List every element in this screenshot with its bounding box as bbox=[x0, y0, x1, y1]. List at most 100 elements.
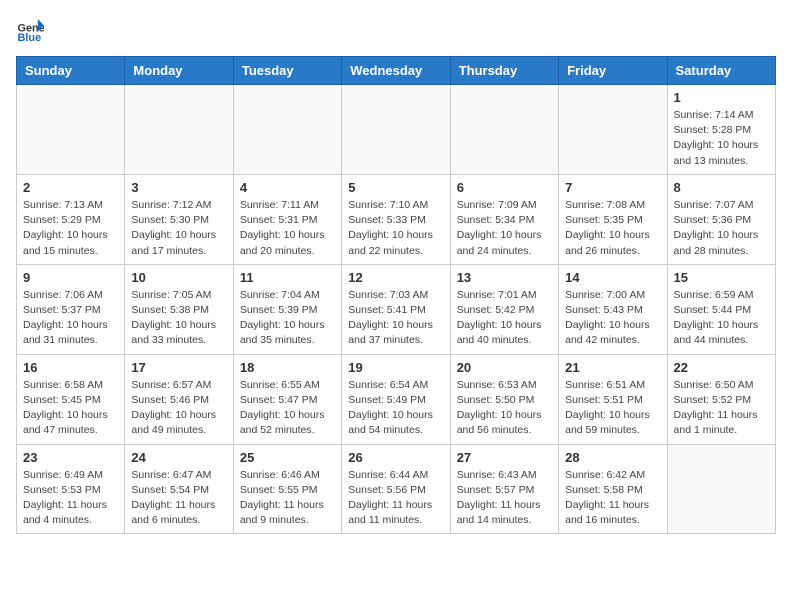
calendar-cell: 5Sunrise: 7:10 AM Sunset: 5:33 PM Daylig… bbox=[342, 174, 450, 264]
day-number: 6 bbox=[457, 180, 552, 195]
day-number: 8 bbox=[674, 180, 769, 195]
day-number: 28 bbox=[565, 450, 660, 465]
weekday-header-wednesday: Wednesday bbox=[342, 57, 450, 85]
weekday-header-saturday: Saturday bbox=[667, 57, 775, 85]
day-number: 13 bbox=[457, 270, 552, 285]
calendar-cell bbox=[342, 85, 450, 175]
weekday-header-monday: Monday bbox=[125, 57, 233, 85]
calendar-cell: 25 Sunrise: 6:46 AM Sunset: 5:55 PM Dayli… bbox=[233, 444, 341, 534]
week-row-2: 9 Sunrise: 7:06 AM Sunset: 5:37 PM Daylig… bbox=[17, 264, 776, 354]
day-info: Sunrise: 7:09 AM Sunset: 5:34 PM Dayligh… bbox=[457, 198, 552, 259]
calendar-cell bbox=[559, 85, 667, 175]
day-number: 14 bbox=[565, 270, 660, 285]
week-row-4: 23 Sunrise: 6:49 AM Sunset: 5:53 PM Dayli… bbox=[17, 444, 776, 534]
calendar-cell: 19 Sunrise: 6:54 AM Sunset: 5:49 PM Dayli… bbox=[342, 354, 450, 444]
day-number: 20 bbox=[457, 360, 552, 375]
weekday-header-thursday: Thursday bbox=[450, 57, 558, 85]
day-number: 11 bbox=[240, 270, 335, 285]
calendar-cell: 4 Sunrise: 7:11 AM Sunset: 5:31 PM Daylig… bbox=[233, 174, 341, 264]
day-number: 16 bbox=[23, 360, 118, 375]
weekday-header-tuesday: Tuesday bbox=[233, 57, 341, 85]
day-number: 9 bbox=[23, 270, 118, 285]
day-info: Sunrise: 7:13 AM Sunset: 5:29 PM Dayligh… bbox=[23, 198, 118, 259]
calendar-cell: 28 Sunrise: 6:42 AM Sunset: 5:58 PM Dayli… bbox=[559, 444, 667, 534]
day-info: Sunrise: 6:51 AM Sunset: 5:51 PM Dayligh… bbox=[565, 378, 660, 439]
calendar-cell: 15 Sunrise: 6:59 AM Sunset: 5:44 PM Dayli… bbox=[667, 264, 775, 354]
calendar-cell: 26 Sunrise: 6:44 AM Sunset: 5:56 PM Dayli… bbox=[342, 444, 450, 534]
day-info: Sunrise: 7:10 AM Sunset: 5:33 PM Dayligh… bbox=[348, 198, 443, 259]
calendar-cell: 24 Sunrise: 6:47 AM Sunset: 5:54 PM Dayli… bbox=[125, 444, 233, 534]
day-info: Sunrise: 7:12 AM Sunset: 5:30 PM Dayligh… bbox=[131, 198, 226, 259]
day-info: Sunrise: 6:58 AM Sunset: 5:45 PM Dayligh… bbox=[23, 378, 118, 439]
day-info: Sunrise: 7:06 AM Sunset: 5:37 PM Dayligh… bbox=[23, 288, 118, 349]
day-info: Sunrise: 7:00 AM Sunset: 5:43 PM Dayligh… bbox=[565, 288, 660, 349]
calendar-cell: 23 Sunrise: 6:49 AM Sunset: 5:53 PM Dayli… bbox=[17, 444, 125, 534]
day-info: Sunrise: 7:07 AM Sunset: 5:36 PM Dayligh… bbox=[674, 198, 769, 259]
calendar-cell: 14 Sunrise: 7:00 AM Sunset: 5:43 PM Dayli… bbox=[559, 264, 667, 354]
day-number: 10 bbox=[131, 270, 226, 285]
day-info: Sunrise: 7:05 AM Sunset: 5:38 PM Dayligh… bbox=[131, 288, 226, 349]
day-info: Sunrise: 6:43 AM Sunset: 5:57 PM Dayligh… bbox=[457, 468, 552, 529]
day-number: 2 bbox=[23, 180, 118, 195]
day-info: Sunrise: 7:04 AM Sunset: 5:39 PM Dayligh… bbox=[240, 288, 335, 349]
calendar-cell: 3 Sunrise: 7:12 AM Sunset: 5:30 PM Daylig… bbox=[125, 174, 233, 264]
day-info: Sunrise: 7:01 AM Sunset: 5:42 PM Dayligh… bbox=[457, 288, 552, 349]
day-info: Sunrise: 7:11 AM Sunset: 5:31 PM Dayligh… bbox=[240, 198, 335, 259]
day-info: Sunrise: 6:46 AM Sunset: 5:55 PM Dayligh… bbox=[240, 468, 335, 529]
day-info: Sunrise: 6:42 AM Sunset: 5:58 PM Dayligh… bbox=[565, 468, 660, 529]
calendar-cell: 20 Sunrise: 6:53 AM Sunset: 5:50 PM Dayli… bbox=[450, 354, 558, 444]
calendar-cell: 7 Sunrise: 7:08 AM Sunset: 5:35 PM Daylig… bbox=[559, 174, 667, 264]
day-number: 15 bbox=[674, 270, 769, 285]
calendar-cell: 17Sunrise: 6:57 AM Sunset: 5:46 PM Dayli… bbox=[125, 354, 233, 444]
day-number: 4 bbox=[240, 180, 335, 195]
day-info: Sunrise: 7:03 AM Sunset: 5:41 PM Dayligh… bbox=[348, 288, 443, 349]
calendar-cell: 21Sunrise: 6:51 AM Sunset: 5:51 PM Dayli… bbox=[559, 354, 667, 444]
day-info: Sunrise: 6:49 AM Sunset: 5:53 PM Dayligh… bbox=[23, 468, 118, 529]
calendar-cell: 1Sunrise: 7:14 AM Sunset: 5:28 PM Daylig… bbox=[667, 85, 775, 175]
day-number: 3 bbox=[131, 180, 226, 195]
weekday-header-friday: Friday bbox=[559, 57, 667, 85]
calendar-cell bbox=[233, 85, 341, 175]
calendar-cell: 11 Sunrise: 7:04 AM Sunset: 5:39 PM Dayli… bbox=[233, 264, 341, 354]
calendar-cell: 27 Sunrise: 6:43 AM Sunset: 5:57 PM Dayli… bbox=[450, 444, 558, 534]
day-number: 25 bbox=[240, 450, 335, 465]
day-info: Sunrise: 6:50 AM Sunset: 5:52 PM Dayligh… bbox=[674, 378, 769, 439]
day-number: 27 bbox=[457, 450, 552, 465]
calendar-cell: 12 Sunrise: 7:03 AM Sunset: 5:41 PM Dayli… bbox=[342, 264, 450, 354]
weekday-header-row: SundayMondayTuesdayWednesdayThursdayFrid… bbox=[17, 57, 776, 85]
day-number: 26 bbox=[348, 450, 443, 465]
calendar: SundayMondayTuesdayWednesdayThursdayFrid… bbox=[16, 56, 776, 534]
calendar-cell bbox=[450, 85, 558, 175]
calendar-cell: 18 Sunrise: 6:55 AM Sunset: 5:47 PM Dayli… bbox=[233, 354, 341, 444]
calendar-cell bbox=[17, 85, 125, 175]
calendar-cell: 9 Sunrise: 7:06 AM Sunset: 5:37 PM Daylig… bbox=[17, 264, 125, 354]
day-number: 23 bbox=[23, 450, 118, 465]
day-number: 7 bbox=[565, 180, 660, 195]
logo: General Blue bbox=[16, 16, 48, 44]
calendar-cell bbox=[125, 85, 233, 175]
day-number: 12 bbox=[348, 270, 443, 285]
week-row-1: 2 Sunrise: 7:13 AM Sunset: 5:29 PM Daylig… bbox=[17, 174, 776, 264]
calendar-cell: 10 Sunrise: 7:05 AM Sunset: 5:38 PM Dayli… bbox=[125, 264, 233, 354]
day-number: 24 bbox=[131, 450, 226, 465]
day-info: Sunrise: 6:54 AM Sunset: 5:49 PM Dayligh… bbox=[348, 378, 443, 439]
week-row-0: 1Sunrise: 7:14 AM Sunset: 5:28 PM Daylig… bbox=[17, 85, 776, 175]
day-info: Sunrise: 6:55 AM Sunset: 5:47 PM Dayligh… bbox=[240, 378, 335, 439]
day-info: Sunrise: 7:08 AM Sunset: 5:35 PM Dayligh… bbox=[565, 198, 660, 259]
day-info: Sunrise: 6:53 AM Sunset: 5:50 PM Dayligh… bbox=[457, 378, 552, 439]
week-row-3: 16 Sunrise: 6:58 AM Sunset: 5:45 PM Dayli… bbox=[17, 354, 776, 444]
day-info: Sunrise: 6:59 AM Sunset: 5:44 PM Dayligh… bbox=[674, 288, 769, 349]
day-info: Sunrise: 7:14 AM Sunset: 5:28 PM Dayligh… bbox=[674, 108, 769, 169]
day-number: 18 bbox=[240, 360, 335, 375]
day-number: 19 bbox=[348, 360, 443, 375]
calendar-cell: 22 Sunrise: 6:50 AM Sunset: 5:52 PM Dayli… bbox=[667, 354, 775, 444]
day-info: Sunrise: 6:44 AM Sunset: 5:56 PM Dayligh… bbox=[348, 468, 443, 529]
calendar-cell: 8 Sunrise: 7:07 AM Sunset: 5:36 PM Daylig… bbox=[667, 174, 775, 264]
calendar-cell: 13 Sunrise: 7:01 AM Sunset: 5:42 PM Dayli… bbox=[450, 264, 558, 354]
day-number: 22 bbox=[674, 360, 769, 375]
header: General Blue bbox=[16, 16, 776, 44]
calendar-cell: 6 Sunrise: 7:09 AM Sunset: 5:34 PM Daylig… bbox=[450, 174, 558, 264]
day-info: Sunrise: 6:47 AM Sunset: 5:54 PM Dayligh… bbox=[131, 468, 226, 529]
calendar-cell: 2 Sunrise: 7:13 AM Sunset: 5:29 PM Daylig… bbox=[17, 174, 125, 264]
calendar-cell bbox=[667, 444, 775, 534]
